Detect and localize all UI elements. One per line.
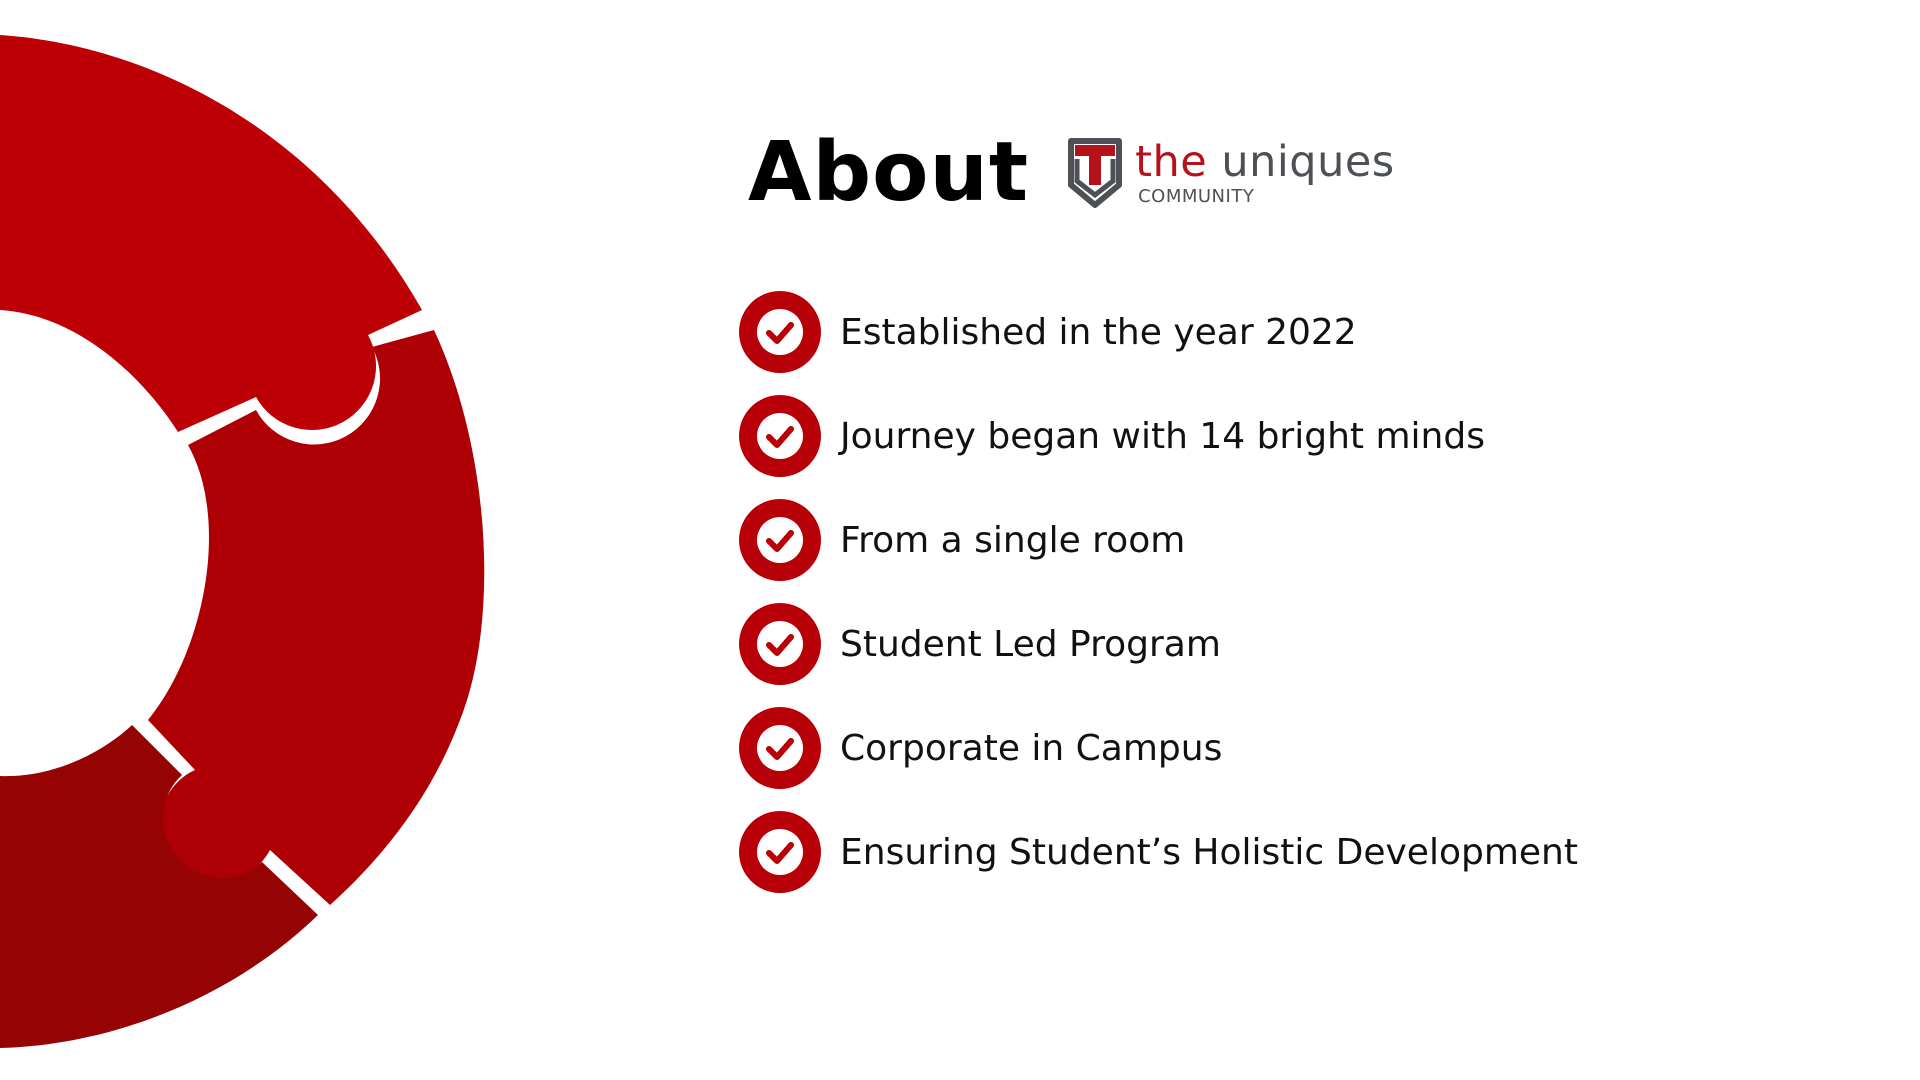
page-title: About <box>748 125 1030 220</box>
shield-tu-logo-icon <box>1068 138 1123 208</box>
feature-text: Established in the year 2022 <box>840 311 1357 353</box>
feature-text: Ensuring Student’s Holistic Development <box>840 831 1578 873</box>
check-circle-icon <box>739 707 821 789</box>
list-item: Established in the year 2022 <box>738 290 1578 374</box>
community-logo: the uniques COMMUNITY <box>1067 137 1395 209</box>
list-item: From a single room <box>738 498 1578 582</box>
list-item: Corporate in Campus <box>738 706 1578 790</box>
list-item: Journey began with 14 bright minds <box>738 394 1578 478</box>
feature-text: Student Led Program <box>840 623 1221 665</box>
check-circle-icon <box>739 603 821 685</box>
heading-row: About the uniques COMMUNITY <box>748 118 1395 228</box>
check-circle-icon <box>739 811 821 893</box>
logo-name-the: the <box>1135 136 1208 187</box>
logo-subtitle: COMMUNITY <box>1138 185 1255 207</box>
feature-text: Corporate in Campus <box>840 727 1223 769</box>
puzzle-ring-graphic <box>0 35 485 1048</box>
logo-name-uniques: uniques <box>1221 136 1395 187</box>
check-circle-icon <box>739 395 821 477</box>
list-item: Student Led Program <box>738 602 1578 686</box>
feature-text: Journey began with 14 bright minds <box>840 415 1485 457</box>
check-circle-icon <box>739 291 821 373</box>
feature-text: From a single room <box>840 519 1186 561</box>
logo-name: the uniques <box>1135 140 1395 184</box>
check-circle-icon <box>739 499 821 581</box>
puzzle-segment-top <box>0 35 422 432</box>
feature-list: Established in the year 2022 Journey beg… <box>738 290 1578 914</box>
list-item: Ensuring Student’s Holistic Development <box>738 810 1578 894</box>
logo-text: the uniques COMMUNITY <box>1135 140 1395 207</box>
